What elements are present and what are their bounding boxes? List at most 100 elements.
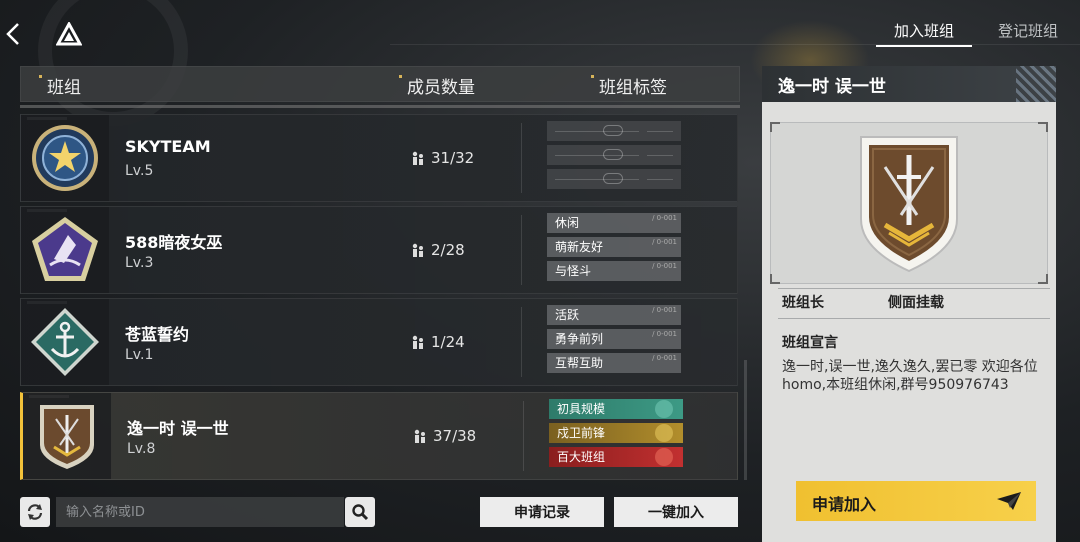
group-level: Lv.5 [125, 163, 154, 179]
tab-join-group[interactable]: 加入班组 [872, 14, 976, 47]
group-row-azure-oath[interactable]: 苍蓝誓约 Lv.1 1/24 活跃 / 0-001 勇争前列 / 0-001 互帮互… [20, 298, 738, 386]
member-count-value: 31/32 [431, 149, 475, 167]
detail-divider [778, 288, 1050, 289]
group-tag-top100: 百大班组 [549, 447, 683, 467]
tag-label: 戍卫前锋 [557, 426, 606, 440]
group-tag: 休闲 / 0-001 [547, 213, 681, 233]
header-stripes [1016, 66, 1056, 102]
chevron-left-icon [6, 23, 19, 45]
tag-code: / 0-001 [652, 238, 677, 246]
group-table-header: 班组 成员数量 班组标签 [20, 66, 740, 102]
column-separator [521, 123, 522, 193]
tag-label: 互帮互助 [555, 356, 604, 370]
member-count: 2/28 [411, 241, 465, 259]
tag-emblem-icon [655, 400, 673, 418]
members-icon [412, 151, 423, 165]
frame-corner [770, 122, 780, 132]
search-input[interactable] [56, 497, 344, 527]
column-separator [521, 215, 522, 285]
tag-list: 活跃 / 0-001 勇争前列 / 0-001 互帮互助 / 0-001 [547, 301, 681, 373]
link-icon [603, 125, 623, 136]
group-tag: 活跃 / 0-001 [547, 305, 681, 325]
empty-tag-slot [547, 169, 681, 189]
tag-label: 百大班组 [557, 450, 606, 464]
tab-register-group[interactable]: 登记班组 [976, 14, 1080, 46]
leader-name: 侧面挂载 [888, 295, 944, 311]
group-name: SKYTEAM [125, 137, 211, 156]
group-row-night-witch[interactable]: 588暗夜女巫 Lv.3 2/28 休闲 / 0-001 萌新友好 / 0-001 … [20, 206, 738, 294]
group-name: 苍蓝誓约 [125, 325, 190, 344]
group-tag-scale: 初具规模 [549, 399, 683, 419]
group-row-selected[interactable]: 逸一时 误一世 Lv.8 37/38 初具规模 戍卫前锋 百大班组 [20, 392, 738, 480]
blue-star-badge-icon [32, 125, 98, 191]
column-separator [521, 307, 522, 377]
join-all-button[interactable]: 一键加入 [614, 497, 738, 527]
empty-tag-slot [547, 121, 681, 141]
group-tag: 与怪斗 / 0-001 [547, 261, 681, 281]
group-tag-vanguard: 戍卫前锋 [549, 423, 683, 443]
declaration-label: 班组宣言 [782, 335, 838, 351]
frame-corner [1038, 274, 1048, 284]
member-count: 1/24 [411, 333, 465, 351]
group-level: Lv.1 [125, 347, 154, 363]
back-button[interactable] [2, 18, 24, 50]
group-name: 逸一时 误一世 [127, 419, 229, 438]
tag-list [547, 117, 681, 189]
emblem-cell [21, 299, 109, 385]
frame-corner [770, 274, 780, 284]
sword-shield-badge-icon [40, 405, 94, 469]
emblem-cell [21, 207, 109, 293]
star-icon [655, 448, 673, 466]
group-detail-panel: 逸一时 误一世 班组长 侧面挂载 班组宣言 逸一时,误一世,逸久逸久,罢已零 欢… [762, 66, 1056, 542]
emblem-cell [21, 115, 109, 201]
search-button[interactable] [345, 497, 375, 527]
header-members: 成员数量 [399, 73, 475, 98]
tag-code: / 0-001 [652, 214, 677, 222]
detail-header: 逸一时 误一世 [762, 66, 1056, 102]
logo-icon [56, 22, 82, 46]
link-icon [603, 173, 623, 184]
tab-bar: 加入班组 登记班组 [872, 14, 1080, 47]
refresh-button[interactable] [20, 497, 50, 527]
apply-join-label: 申请加入 [812, 495, 877, 514]
search-icon [352, 504, 369, 521]
tag-code: / 0-001 [652, 354, 677, 362]
header-group: 班组 [39, 73, 81, 98]
leader-label: 班组长 [782, 295, 824, 311]
crossed-swords-icon [655, 424, 673, 442]
tag-label: 萌新友好 [555, 240, 604, 254]
tag-label: 与怪斗 [555, 264, 592, 278]
emblem-cell [23, 393, 111, 479]
tag-code: / 0-001 [652, 306, 677, 314]
group-tag: 勇争前列 / 0-001 [547, 329, 681, 349]
header-tags: 班组标签 [591, 73, 667, 98]
link-icon [603, 149, 623, 160]
tag-label: 活跃 [555, 308, 580, 322]
tag-code: / 0-001 [652, 330, 677, 338]
tag-list: 初具规模 戍卫前锋 百大班组 [549, 395, 683, 467]
application-records-button[interactable]: 申请记录 [480, 497, 604, 527]
group-level: Lv.8 [127, 441, 156, 457]
frame-corner [1038, 122, 1048, 132]
tag-code: / 0-001 [652, 262, 677, 270]
declaration-text: 逸一时,误一世,逸久逸久,罢已零 欢迎各位homo,本班组休闲,群号950976… [782, 359, 1038, 393]
teal-anchor-badge-icon [31, 308, 99, 376]
list-scrollbar[interactable] [744, 360, 747, 480]
member-count-value: 2/28 [431, 241, 465, 259]
column-separator [523, 401, 524, 471]
tag-label: 初具规模 [557, 402, 606, 416]
group-tag: 互帮互助 / 0-001 [547, 353, 681, 373]
detail-emblem-frame [770, 122, 1048, 284]
member-count-value: 37/38 [433, 427, 477, 445]
member-count: 37/38 [413, 427, 476, 445]
detail-divider [778, 318, 1050, 319]
group-tag: 萌新友好 / 0-001 [547, 237, 681, 257]
tag-label: 勇争前列 [555, 332, 604, 346]
apply-join-button[interactable]: 申请加入 [796, 481, 1036, 521]
members-icon [412, 335, 423, 349]
detail-title: 逸一时 误一世 [778, 77, 886, 97]
send-icon [997, 492, 1021, 510]
purple-pentagon-badge-icon [32, 217, 98, 281]
group-row-skyteam[interactable]: SKYTEAM Lv.5 31/32 [20, 114, 738, 202]
tag-list: 休闲 / 0-001 萌新友好 / 0-001 与怪斗 / 0-001 [547, 209, 681, 281]
